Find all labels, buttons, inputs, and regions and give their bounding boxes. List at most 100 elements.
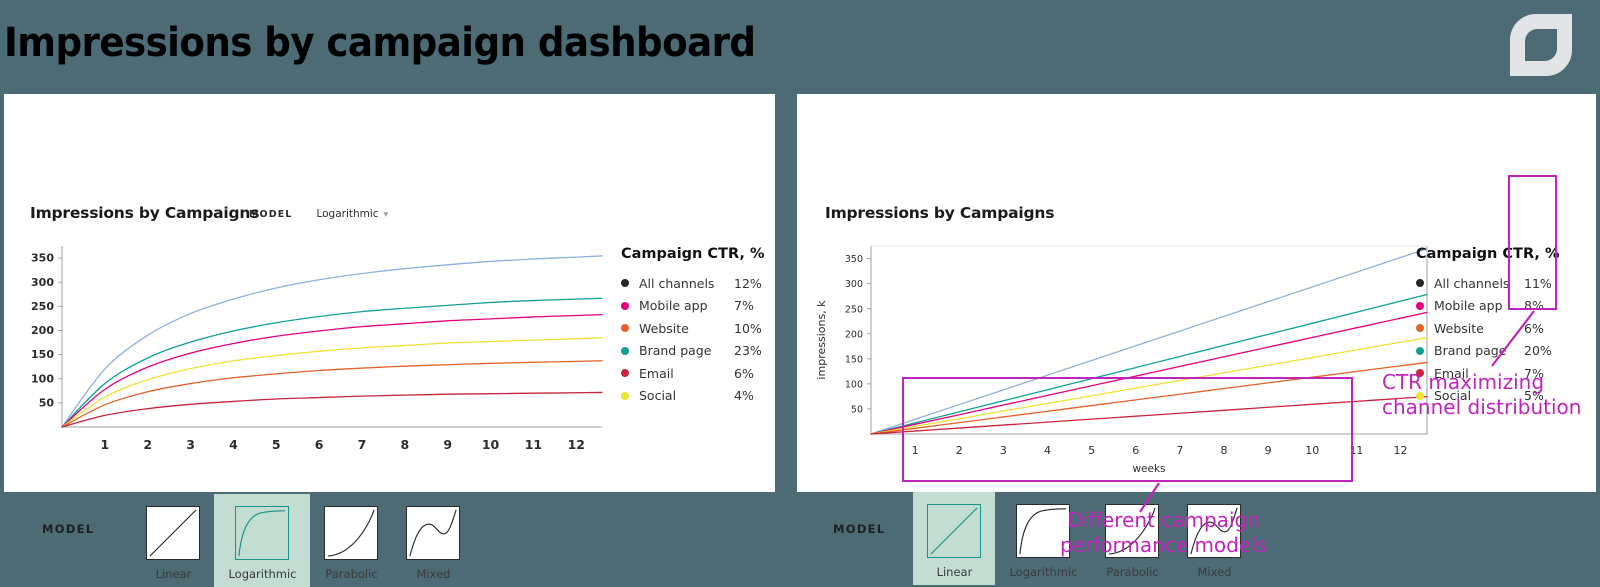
- model-option-mixed[interactable]: Mixed: [392, 494, 474, 587]
- ctr-annotation-line2: channel distribution: [1382, 395, 1582, 419]
- legend-series-value: 12%: [734, 275, 762, 291]
- legend-series-name: All channels: [639, 275, 715, 291]
- svg-text:50: 50: [851, 405, 863, 416]
- svg-text:2: 2: [143, 437, 152, 452]
- legend-row[interactable]: Brand page 23%: [621, 340, 764, 363]
- svg-text:50: 50: [39, 396, 55, 409]
- right-panel-title: Impressions by Campaigns: [825, 204, 1055, 222]
- svg-text:weeks: weeks: [1132, 463, 1165, 475]
- svg-text:5: 5: [272, 437, 281, 452]
- model-annotation-line1: Different campaign: [1067, 508, 1260, 532]
- legend-series-value: 7%: [734, 298, 754, 314]
- legend-series-name: All channels: [1434, 275, 1510, 291]
- series-line-all-channels: [870, 248, 1428, 435]
- page-title: Impressions by campaign dashboard: [4, 20, 756, 66]
- left-model-selector[interactable]: MODEL Linear Logarithmic Parabolic Mixed: [42, 494, 474, 587]
- model-option-parabolic[interactable]: Parabolic: [310, 494, 392, 587]
- legend-series-value: 10%: [734, 320, 762, 336]
- left-dashboard-panel: Impressions by Campaigns MODEL Logarithm…: [4, 94, 775, 587]
- svg-text:9: 9: [443, 437, 452, 452]
- svg-text:5: 5: [1088, 444, 1095, 457]
- legend-row[interactable]: Brand page 20%: [1416, 340, 1559, 363]
- left-chart-plot: 501001502002503003501 2 3 4 5 6 7 8 9 10 11 12: [31, 246, 603, 452]
- model-curve-thumbnail-icon: [406, 506, 461, 560]
- legend-row[interactable]: Social 4%: [621, 385, 764, 408]
- svg-text:3: 3: [186, 437, 195, 452]
- legend-color-dot-icon: [621, 324, 629, 333]
- svg-text:2: 2: [956, 444, 963, 457]
- model-dropdown-label: MODEL: [249, 208, 293, 220]
- legend-row[interactable]: All channels 11%: [1416, 272, 1559, 295]
- legend-row[interactable]: Website 6%: [1416, 317, 1559, 340]
- model-option-label: Linear: [155, 567, 192, 581]
- model-curve-thumbnail-icon: [927, 504, 982, 558]
- model-option-label: Parabolic: [325, 567, 378, 581]
- svg-text:impressions, k: impressions, k: [815, 300, 828, 380]
- legend-row[interactable]: All channels 12%: [621, 272, 764, 295]
- legend-series-name: Brand page: [1434, 343, 1507, 359]
- model-annotation-text: Different campaign performance models: [1060, 508, 1267, 558]
- model-option-label: Logarithmic: [1009, 565, 1078, 579]
- right-chart-plot: 501001502002503003501 2 3 4 5 6 7 8 9 10 11 12weeks…: [815, 245, 1428, 475]
- svg-text:150: 150: [845, 354, 863, 365]
- legend-series-name: Email: [639, 365, 674, 381]
- svg-text:11: 11: [525, 437, 542, 452]
- model-annotation-line2: performance models: [1060, 533, 1268, 557]
- svg-text:3: 3: [1000, 444, 1007, 457]
- svg-text:200: 200: [31, 324, 54, 337]
- series-line-brand-page: [870, 293, 1428, 435]
- svg-text:6: 6: [1132, 444, 1139, 457]
- model-option-linear[interactable]: Linear: [132, 494, 214, 587]
- legend-series-value: 4%: [734, 388, 754, 404]
- svg-text:12: 12: [568, 437, 585, 452]
- legend-title: Campaign CTR, %: [1416, 246, 1560, 262]
- svg-text:12: 12: [1394, 444, 1408, 457]
- svg-text:300: 300: [845, 279, 863, 290]
- model-curve-thumbnail-icon: [235, 506, 290, 560]
- model-option-label: Parabolic: [1106, 565, 1159, 579]
- svg-text:6: 6: [315, 437, 324, 452]
- svg-text:200: 200: [845, 329, 863, 340]
- series-line-email: [61, 391, 603, 428]
- svg-text:250: 250: [31, 300, 54, 313]
- legend-series-value: 20%: [1524, 343, 1552, 359]
- svg-text:300: 300: [31, 276, 54, 289]
- legend-color-dot-icon: [1416, 324, 1424, 333]
- chevron-down-icon: ▾: [383, 208, 389, 219]
- legend-row[interactable]: Email 6%: [621, 362, 764, 385]
- series-line-social: [870, 337, 1428, 435]
- legend-series-value: 8%: [1524, 298, 1544, 314]
- model-select-dropdown[interactable]: MODEL Logarithmic ▾: [249, 208, 388, 220]
- left-chart-legend: Campaign CTR, % All channels 12% Mobile ap…: [621, 246, 764, 407]
- ctr-annotation-line1: CTR maximizing: [1382, 370, 1545, 394]
- legend-color-dot-icon: [1416, 301, 1424, 310]
- legend-color-dot-icon: [621, 301, 629, 310]
- model-option-label: Logarithmic: [228, 567, 297, 581]
- legend-row[interactable]: Mobile app 8%: [1416, 295, 1559, 318]
- model-option-label: Mixed: [416, 567, 451, 581]
- svg-text:8: 8: [1221, 444, 1228, 457]
- model-strip-label: MODEL: [42, 522, 95, 536]
- model-option-logarithmic[interactable]: Logarithmic: [214, 494, 311, 587]
- right-dashboard-panel: Impressions by Campaigns 50 100 150 200 250 3…: [797, 94, 1596, 585]
- legend-series-value: 11%: [1524, 275, 1552, 291]
- svg-text:10: 10: [1305, 444, 1319, 457]
- model-dropdown-value: Logarithmic: [316, 208, 379, 220]
- legend-title: Campaign CTR, %: [621, 246, 765, 262]
- legend-row[interactable]: Mobile app 7%: [621, 295, 764, 318]
- legend-color-dot-icon: [621, 391, 629, 400]
- legend-row[interactable]: Website 10%: [621, 317, 764, 340]
- model-curve-thumbnail-icon: [146, 506, 201, 560]
- svg-text:8: 8: [401, 437, 410, 452]
- series-line-all-channels: [61, 255, 603, 428]
- legend-color-dot-icon: [621, 369, 629, 378]
- legend-series-name: Website: [639, 320, 689, 336]
- svg-text:100: 100: [845, 379, 863, 390]
- svg-text:7: 7: [358, 437, 367, 452]
- svg-text:250: 250: [845, 304, 863, 315]
- model-curve-thumbnail-icon: [324, 506, 379, 560]
- svg-text:100: 100: [31, 372, 54, 385]
- model-option-linear[interactable]: Linear: [913, 492, 996, 585]
- legend-series-value: 6%: [1524, 320, 1544, 336]
- legend-color-dot-icon: [621, 346, 629, 355]
